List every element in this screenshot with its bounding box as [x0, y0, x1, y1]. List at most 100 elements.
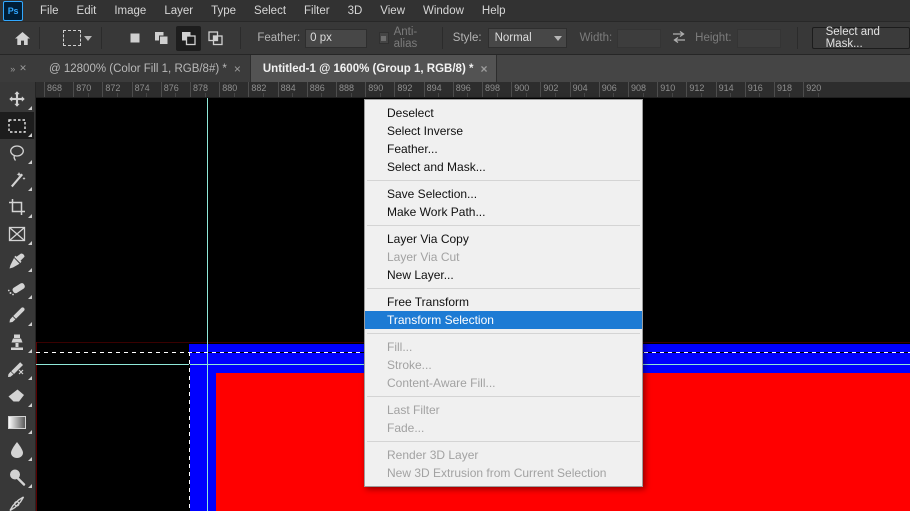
subtract-from-selection-button[interactable]	[176, 25, 202, 51]
menu-item-select-inverse[interactable]: Select Inverse	[365, 122, 642, 140]
dodge-tool[interactable]	[0, 463, 34, 490]
menu-separator	[367, 396, 640, 397]
ruler-label: 904	[572, 83, 588, 93]
brush-tool[interactable]	[0, 301, 34, 328]
rectangular-marquee-icon	[63, 30, 82, 46]
menubar-item-image[interactable]: Image	[105, 2, 155, 20]
magic-wand-tool-icon	[11, 171, 26, 187]
menubar-item-window[interactable]: Window	[414, 2, 473, 20]
lasso-tool-icon	[10, 144, 24, 161]
ruler-label: 908	[631, 83, 647, 93]
ruler-tick	[394, 82, 396, 97]
ruler-label: 870	[76, 83, 92, 93]
pen-tool[interactable]	[0, 490, 34, 511]
menubar-item-type[interactable]: Type	[202, 2, 245, 20]
ruler-label: 896	[455, 83, 471, 93]
swap-arrows-icon	[673, 30, 686, 44]
ruler-tick	[803, 82, 805, 97]
clone-stamp-tool[interactable]	[0, 328, 34, 355]
ruler-tick	[160, 82, 162, 97]
feather-input[interactable]	[305, 28, 368, 48]
home-button[interactable]	[11, 25, 33, 51]
anti-alias-label: Anti-alias	[393, 26, 418, 50]
subtract-from-selection-icon	[181, 31, 196, 45]
history-brush-tool[interactable]	[0, 355, 34, 382]
menu-item-new-layer[interactable]: New Layer...	[365, 266, 642, 284]
tab-bar-grip[interactable]: » ✕	[0, 55, 37, 82]
photoshop-logo: Ps	[3, 0, 23, 21]
vertical-guide[interactable]	[207, 98, 208, 511]
chevrons-right-icon[interactable]: »	[10, 64, 15, 74]
ruler-tick	[219, 82, 221, 97]
menu-item-save-selection[interactable]: Save Selection...	[365, 185, 642, 203]
ruler-label: 886	[309, 83, 325, 93]
feather-label: Feather:	[257, 32, 301, 44]
menubar-item-help[interactable]: Help	[473, 2, 515, 20]
frame-tool[interactable]	[0, 220, 34, 247]
rectangular-marquee-tool[interactable]	[0, 112, 34, 139]
ruler-tick	[569, 82, 571, 97]
style-select[interactable]: Normal	[487, 28, 567, 48]
eyedropper-tool[interactable]	[0, 247, 34, 274]
spot-healing-brush-tool[interactable]	[0, 274, 34, 301]
add-to-selection-button[interactable]	[149, 26, 174, 51]
close-icon[interactable]: ✕	[19, 63, 27, 74]
ruler-label: 912	[689, 83, 705, 93]
width-input[interactable]	[617, 28, 662, 48]
selection-context-menu[interactable]: Deselect Select Inverse Feather... Select a…	[364, 99, 643, 487]
menu-item-deselect[interactable]: Deselect	[365, 104, 642, 122]
ruler-label: 894	[426, 83, 442, 93]
document-tab-bar: » ✕ @ 12800% (Color Fill 1, RGB/8#) * × Un…	[0, 55, 910, 82]
tool-preset-picker[interactable]	[60, 28, 95, 48]
options-bar: Feather: Anti-alias Style: Normal Width:…	[0, 22, 910, 55]
anti-alias-checkbox[interactable]	[379, 32, 389, 44]
menubar-item-file[interactable]: File	[31, 2, 68, 20]
menubar-item-edit[interactable]: Edit	[68, 2, 106, 20]
menubar-item-layer[interactable]: Layer	[155, 2, 202, 20]
add-to-selection-icon	[154, 31, 169, 45]
menubar-item-filter[interactable]: Filter	[295, 2, 339, 20]
options-separator	[101, 27, 103, 49]
close-icon[interactable]: ×	[234, 63, 241, 75]
menu-item-transform-selection[interactable]: Transform Selection	[365, 311, 642, 329]
lasso-tool[interactable]	[0, 139, 34, 166]
menu-item-select-and-mask[interactable]: Select and Mask...	[365, 158, 642, 176]
select-and-mask-button[interactable]: Select and Mask...	[811, 26, 910, 50]
menu-item-free-transform[interactable]: Free Transform	[365, 293, 642, 311]
width-label: Width:	[579, 32, 613, 44]
close-icon[interactable]: ×	[480, 63, 487, 75]
menubar-item-select[interactable]: Select	[245, 2, 295, 20]
ruler-tick	[277, 82, 279, 97]
options-separator	[441, 27, 443, 49]
menu-item-layer-via-cut: Layer Via Cut	[387, 250, 460, 264]
menubar-item-3d[interactable]: 3D	[339, 2, 372, 20]
blur-tool[interactable]	[0, 436, 34, 463]
crop-tool-icon	[9, 198, 25, 215]
document-tab-1[interactable]: Untitled-1 @ 1600% (Group 1, RGB/8) * ×	[250, 55, 498, 82]
history-brush-tool-icon	[8, 361, 24, 377]
canvas-edge-left	[36, 342, 37, 511]
eraser-tool[interactable]	[0, 382, 34, 409]
crop-tool[interactable]	[0, 193, 34, 220]
menu-separator	[367, 225, 640, 226]
menu-item-make-work-path[interactable]: Make Work Path...	[365, 203, 642, 221]
new-selection-button[interactable]	[122, 26, 147, 51]
height-input[interactable]	[736, 28, 781, 48]
intersect-with-selection-button[interactable]	[203, 26, 228, 51]
quick-selection-tool[interactable]	[0, 166, 34, 193]
ruler-tick	[365, 82, 367, 97]
gradient-tool[interactable]	[0, 409, 34, 436]
ruler-tick	[744, 82, 746, 97]
menubar-item-view[interactable]: View	[371, 2, 414, 20]
ruler-tick	[482, 82, 483, 97]
ruler-tick	[598, 82, 600, 97]
swap-width-height-button[interactable]	[671, 30, 687, 46]
move-tool[interactable]	[0, 85, 34, 112]
ruler-tick	[686, 82, 688, 97]
menu-item-feather[interactable]: Feather...	[365, 140, 642, 158]
document-tab-0[interactable]: @ 12800% (Color Fill 1, RGB/8#) * ×	[37, 55, 251, 82]
horizontal-ruler[interactable]: 868 870 872 874 876 878 880 882 884 886 888 890 892 8…	[36, 82, 910, 98]
chevron-down-icon	[553, 35, 562, 41]
ruler-tick	[73, 82, 75, 97]
menu-item-layer-via-copy[interactable]: Layer Via Copy	[365, 230, 642, 248]
